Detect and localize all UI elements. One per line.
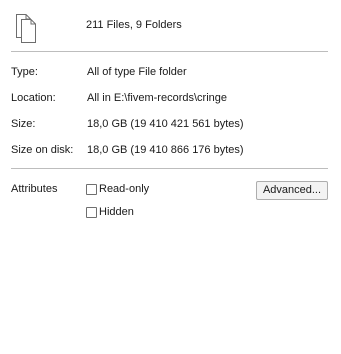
size-on-disk-label: Size on disk: [11, 144, 74, 156]
hidden-checkbox[interactable] [86, 207, 97, 218]
hidden-label[interactable]: Hidden [99, 206, 134, 218]
size-on-disk-value: 18,0 GB (19 410 866 176 bytes) [87, 144, 244, 156]
size-value: 18,0 GB (19 410 421 561 bytes) [87, 118, 244, 130]
type-label: Type: [11, 66, 38, 78]
type-value: All of type File folder [87, 66, 187, 78]
location-label: Location: [11, 92, 56, 104]
location-value: All in E:\fivem-records\cringe [87, 92, 227, 104]
multiple-files-icon [15, 13, 39, 43]
divider [11, 51, 328, 52]
advanced-button[interactable]: Advanced... [256, 181, 328, 200]
size-label: Size: [11, 118, 36, 130]
readonly-checkbox[interactable] [86, 184, 97, 195]
divider [11, 168, 328, 169]
readonly-label[interactable]: Read-only [99, 183, 149, 195]
selection-summary: 211 Files, 9 Folders [86, 19, 182, 31]
attributes-label: Attributes [11, 183, 58, 195]
